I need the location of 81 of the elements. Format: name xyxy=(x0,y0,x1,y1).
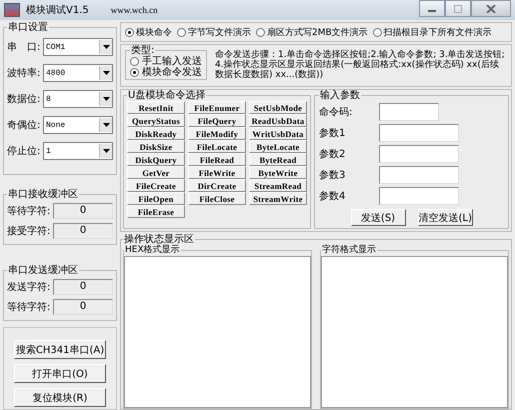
instructions-text: 命令发送步骤：1.单击命令选择区按钮;2.输入命令参数; 3.单击发送按钮; 4.操作状态显示区显示返回结果(一般返回格式:xx(操作状态码) xx(后续数据长度数据) xx...(数据)) xyxy=(215,50,506,80)
dropdown-field[interactable]: 8 xyxy=(43,90,113,108)
action-button[interactable]: 清空发送(L) xyxy=(418,209,472,226)
window-title: 模块调试V1.5 xyxy=(26,4,89,17)
maximize-icon xyxy=(453,4,463,12)
field-label: 等待字符: xyxy=(7,300,52,314)
command-button[interactable]: ReadUsbData xyxy=(249,114,307,127)
action-button[interactable]: 搜索CH341串口(A) xyxy=(14,340,106,359)
field-label: 参数3 xyxy=(319,168,346,182)
group-title: 串口接收缓冲区 xyxy=(7,189,79,200)
action-button[interactable]: 复位模块(R) xyxy=(14,388,106,407)
command-button[interactable]: FileEnumer xyxy=(188,101,246,114)
field-label: 停止位: xyxy=(7,144,42,158)
action-button[interactable]: 发送(S) xyxy=(350,209,406,226)
counter-field: 0 xyxy=(53,279,113,295)
input-field[interactable] xyxy=(379,166,459,184)
action-button[interactable]: 打开串口(O) xyxy=(14,364,106,383)
radio-option[interactable]: 手工输入发送 xyxy=(130,56,202,67)
close-button[interactable] xyxy=(471,0,511,17)
command-button[interactable]: QueryStatus xyxy=(127,114,185,127)
field-label: 参数1 xyxy=(319,126,346,140)
command-button[interactable]: FileCreate xyxy=(127,179,185,192)
counter-field: 0 xyxy=(53,299,113,315)
command-button[interactable]: WritUsbData xyxy=(249,127,307,140)
command-button[interactable]: ByteWrite xyxy=(249,166,307,179)
radio-option[interactable]: 字节写文件演示 xyxy=(177,26,251,38)
command-button[interactable]: ResetInit xyxy=(127,101,185,114)
field-label: 奇偶位: xyxy=(7,119,42,132)
counter-field: 0 xyxy=(53,203,113,219)
command-button[interactable]: FileQuery xyxy=(188,114,246,127)
dropdown-field[interactable]: 1 xyxy=(43,142,113,160)
group-title: 类型: xyxy=(130,45,156,56)
group-title: 字符格式显示 xyxy=(321,245,377,256)
group-title: 串口设置 xyxy=(7,22,49,33)
group-title: U盘模块命令选择 xyxy=(127,90,206,101)
command-button[interactable]: FileOpen xyxy=(127,192,185,205)
field-label: 接受字符: xyxy=(7,224,52,238)
input-field[interactable] xyxy=(379,124,459,142)
command-button[interactable]: DiskQuery xyxy=(127,153,185,166)
command-button[interactable]: FileClose xyxy=(188,192,246,205)
input-field[interactable] xyxy=(379,102,439,120)
dropdown-field[interactable]: 4800 xyxy=(43,64,113,82)
command-button[interactable]: ByteRead xyxy=(249,153,307,166)
command-button[interactable]: FileModify xyxy=(188,127,246,140)
group-title: 串口发送缓冲区 xyxy=(7,265,79,276)
app-icon xyxy=(4,3,20,17)
radio-option[interactable]: 模块命令发送 xyxy=(130,67,202,78)
window-url: www.wch.cn xyxy=(110,5,158,15)
command-button[interactable]: FileWrite xyxy=(188,166,246,179)
input-field[interactable] xyxy=(379,144,459,162)
radio-option[interactable]: 扫描根目录下所有文件演示 xyxy=(372,26,492,38)
command-button[interactable]: StreamWrite xyxy=(249,192,307,205)
field-label: 参数2 xyxy=(319,148,346,160)
group-title: 操作状态显示区 xyxy=(123,234,195,245)
command-button[interactable]: GetVer xyxy=(127,166,185,179)
command-button[interactable]: ByteLocate xyxy=(249,140,307,153)
command-button[interactable]: DiskReady xyxy=(127,127,185,140)
command-button[interactable]: FileRead xyxy=(188,153,246,166)
radio-option[interactable]: 模块命令 xyxy=(125,26,172,38)
command-button[interactable]: DirCreate xyxy=(188,179,246,192)
close-icon xyxy=(486,4,496,12)
dropdown-field[interactable]: COM1 xyxy=(43,38,113,56)
group-title: HEX格式显示 xyxy=(124,245,181,256)
field-label: 等待字符: xyxy=(7,204,52,218)
field-label: 串 口: xyxy=(7,40,42,54)
command-button[interactable]: SetUsbMode xyxy=(249,101,307,114)
dropdown-field[interactable]: None xyxy=(43,116,113,134)
command-button[interactable]: StreamRead xyxy=(249,179,307,192)
group-title: 输入参数 xyxy=(319,90,361,101)
counter-field: 0 xyxy=(53,223,113,239)
field-label: 波特率: xyxy=(7,66,42,80)
field-label: 发送字符: xyxy=(7,280,52,294)
command-button[interactable]: FileErase xyxy=(127,205,185,218)
field-label: 数据位: xyxy=(7,93,42,106)
field-label: 参数4 xyxy=(319,190,346,202)
command-button[interactable]: DiskSize xyxy=(127,140,185,153)
input-field[interactable] xyxy=(379,186,459,204)
command-button[interactable]: FileLocate xyxy=(188,140,246,153)
field-label: 命令码: xyxy=(319,106,354,118)
minimize-button[interactable] xyxy=(419,0,445,17)
radio-option[interactable]: 扇区方式写2MB文件演示 xyxy=(256,26,368,38)
